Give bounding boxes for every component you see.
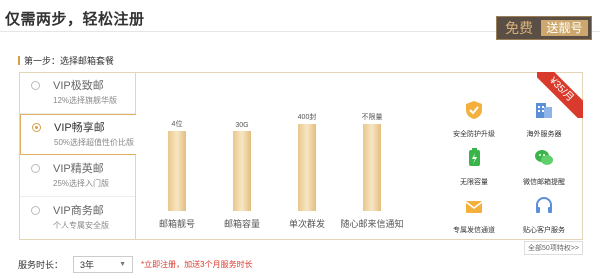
feature-label: 海外服务器	[526, 131, 562, 138]
step-one-label: 第一步：选择邮箱套餐	[18, 54, 114, 67]
service-duration: 服务时长： 3年 ▼ *立即注册，加送3个月服务时长	[18, 256, 253, 273]
price-ribbon: ¥35/月	[537, 72, 583, 118]
plan-desc: 25%选择入门版	[53, 179, 110, 188]
feature-label: 安全防护升级	[453, 131, 495, 138]
chart-bar	[363, 124, 381, 211]
duration-label: 服务时长：	[18, 260, 64, 270]
feature-label: 专属发信通道	[453, 227, 495, 234]
chart-category-label: 邮箱靓号	[158, 219, 195, 229]
step-marker	[18, 56, 20, 65]
chevron-down-icon: ▼	[119, 261, 127, 268]
all-privileges-link[interactable]: 全部50项特权>>	[524, 241, 583, 255]
free-label: 免费	[505, 20, 533, 36]
promo-text: *立即注册，加送3个月服务时长	[141, 260, 253, 269]
chart-bar-group: 30G	[214, 122, 270, 211]
feature-customer-service: 贴心客户服务	[514, 195, 574, 235]
envelope-icon	[465, 201, 483, 213]
plan-name: VIP畅享邮	[54, 122, 105, 134]
plan-option-elite[interactable]: VIP精英邮 25%选择入门版	[20, 156, 135, 197]
bar-data-label: 不限量	[361, 114, 383, 121]
chart-category-label: 随心邮来信通知	[340, 219, 404, 229]
plan-desc: 个人专属安全版	[53, 221, 109, 230]
radio-button[interactable]	[31, 164, 40, 173]
chart-bar	[233, 131, 251, 211]
chart-bar-group: 不限量	[344, 112, 400, 211]
step-one-text: 第一步：选择邮箱套餐	[24, 56, 115, 66]
plan-option-extreme[interactable]: VIP极致邮 12%选择旗舰华版	[20, 73, 135, 114]
plan-name: VIP精英邮	[53, 163, 104, 175]
feature-exclusive-channel: 专属发信通道	[444, 195, 504, 235]
bar-data-label: 400封	[297, 114, 317, 121]
chart-bar-group: 4位	[149, 119, 205, 211]
feature-label: 微信邮箱提醒	[523, 179, 565, 186]
feature-security: 安全防护升级	[444, 99, 504, 139]
feature-bar-chart: 4位邮箱靓号 30G 邮箱容量 400封单次群发 不限量随心邮来信通知	[135, 73, 431, 239]
plan-list: VIP极致邮 12%选择旗舰华版 VIP畅享邮 50%选择超值性价比版 VIP精…	[20, 73, 136, 239]
radio-button[interactable]	[31, 81, 40, 90]
feature-wechat-reminder: 微信邮箱提醒	[514, 147, 574, 187]
shield-icon	[466, 101, 482, 119]
headset-icon	[536, 197, 552, 213]
chart-bar	[168, 131, 186, 211]
wechat-icon	[535, 150, 553, 165]
chart-category-label: 邮箱容量	[223, 219, 260, 229]
chart-bar	[298, 124, 316, 211]
duration-select[interactable]: 3年 ▼	[73, 256, 134, 273]
battery-icon	[469, 148, 480, 166]
price-text: ¥35/月	[537, 72, 583, 118]
chart-category-label: 单次群发	[288, 219, 325, 229]
plan-name: VIP极致邮	[53, 80, 104, 92]
bar-data-label: 30G	[235, 122, 249, 129]
plan-desc: 12%选择旗舰华版	[53, 96, 118, 105]
duration-value: 3年	[80, 260, 95, 270]
gift-label: 送靓号	[541, 20, 588, 36]
page-title: 仅需两步，轻松注册	[5, 11, 145, 28]
plan-panel: VIP极致邮 12%选择旗舰华版 VIP畅享邮 50%选择超值性价比版 VIP精…	[19, 72, 583, 240]
plan-desc: 50%选择超值性价比版	[54, 138, 135, 147]
radio-button[interactable]	[31, 206, 40, 215]
chart-bar-group: 400封	[279, 112, 335, 211]
feature-label: 贴心客户服务	[523, 227, 565, 234]
radio-button-selected[interactable]	[32, 123, 41, 132]
bar-data-label: 4位	[171, 121, 183, 128]
plan-name: VIP商务邮	[53, 205, 104, 217]
plan-option-enjoy[interactable]: VIP畅享邮 50%选择超值性价比版	[20, 114, 136, 155]
free-gift-badge[interactable]: 免费 送靓号	[496, 16, 592, 40]
feature-unlimited-capacity: 无限容量	[444, 147, 504, 187]
plan-option-business[interactable]: VIP商务邮 个人专属安全版	[20, 198, 135, 239]
feature-label: 无限容量	[460, 179, 488, 186]
